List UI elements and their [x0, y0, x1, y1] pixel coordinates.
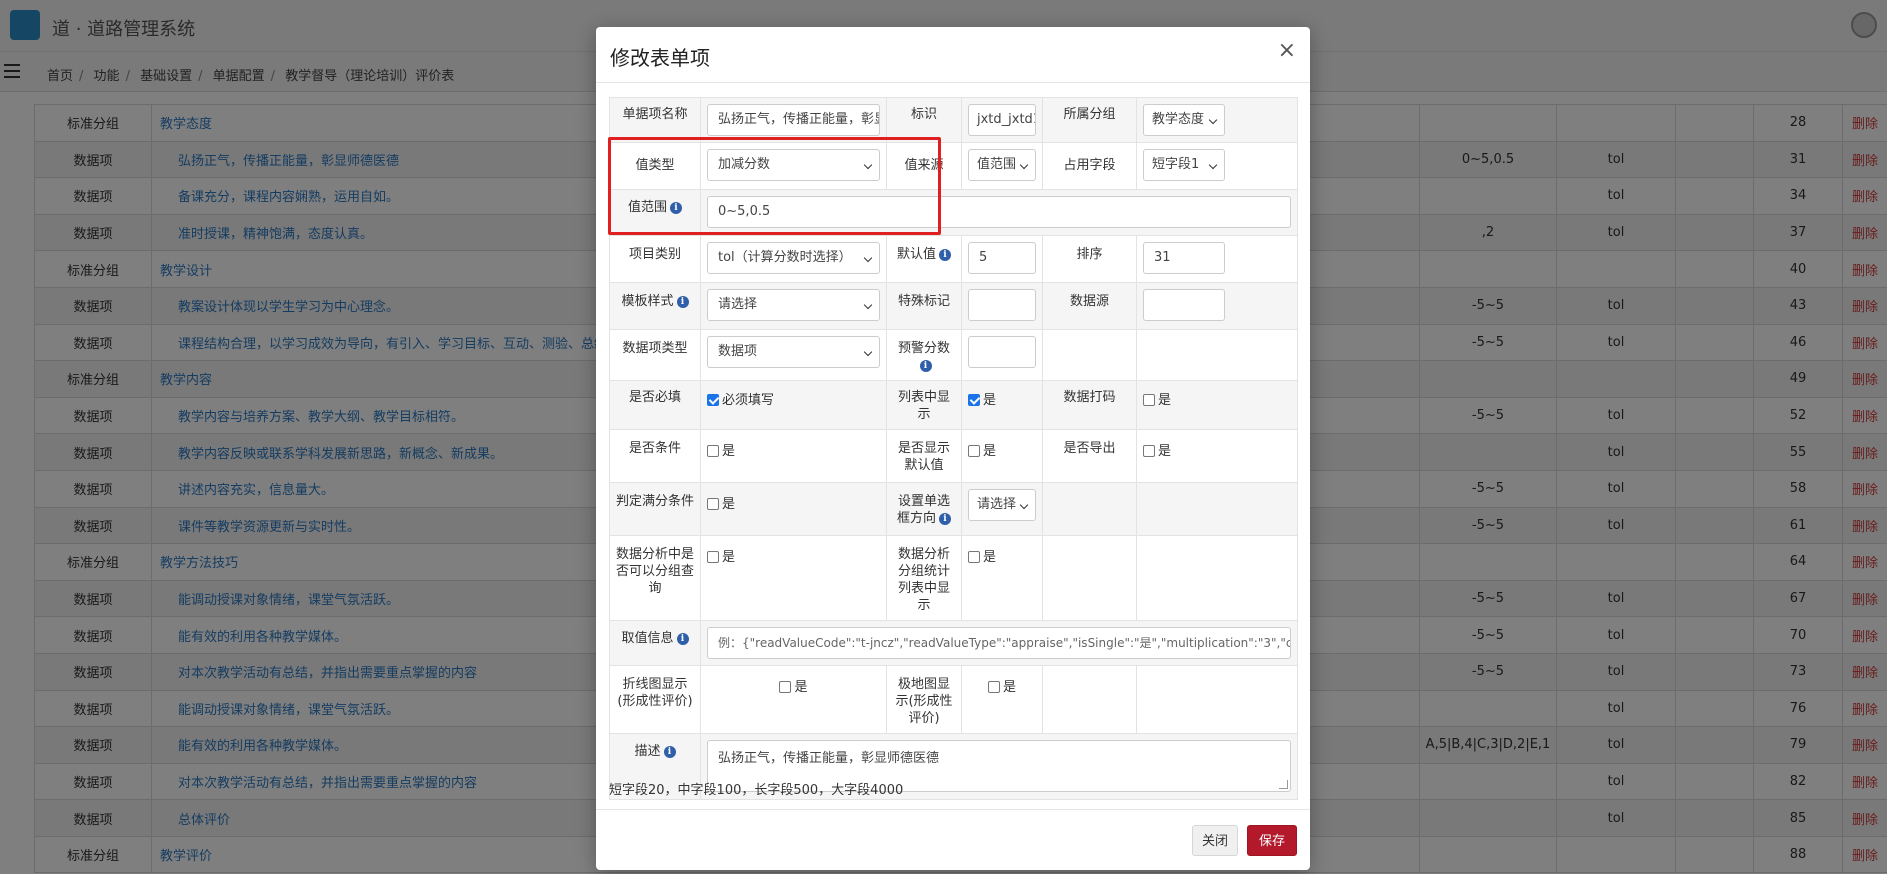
required-label: 是否必填 — [609, 380, 701, 430]
sort-label: 排序 — [1042, 235, 1137, 283]
template-style-label: 模板样式 i — [609, 282, 701, 330]
group-stat-list-label: 数据分析分组统计列表中显示 — [886, 535, 962, 621]
full-score-condition-label: 判定满分条件 — [609, 482, 701, 536]
check-icon — [968, 394, 980, 406]
item-name-input[interactable]: 弘扬正气，传播正能量，彰显师德医德 — [707, 104, 880, 136]
field-select[interactable]: 短字段1 — [1143, 149, 1225, 181]
group-select[interactable]: 教学态度 — [1143, 104, 1225, 136]
warning-score-input[interactable] — [968, 336, 1036, 368]
warning-score-label: 预警分数i — [886, 329, 962, 381]
data-source-label: 数据源 — [1042, 282, 1137, 330]
info-icon[interactable]: i — [670, 202, 682, 214]
value-source-select[interactable]: 值范围 — [968, 149, 1036, 181]
modal-footer: 关闭 保存 — [596, 809, 1310, 870]
special-mark-input[interactable] — [968, 289, 1036, 321]
close-button[interactable]: 关闭 — [1192, 825, 1238, 856]
template-style-select[interactable]: 请选择 — [707, 289, 880, 321]
group-label: 所属分组 — [1042, 97, 1137, 143]
group-query-checkbox[interactable]: 是 — [707, 542, 880, 565]
identifier-label: 标识 — [886, 97, 962, 143]
default-value-input[interactable]: 5 — [968, 242, 1036, 274]
checkbox-icon — [987, 681, 1000, 693]
checkbox-icon — [968, 551, 980, 563]
value-info-input[interactable]: 例：{"readValueCode":"t-jncz","readValueTy… — [707, 627, 1291, 659]
check-icon — [707, 394, 719, 406]
modal-header: 修改表单项 × — [596, 27, 1310, 83]
radio-direction-label: 设置单选框方向 i — [886, 482, 962, 536]
full-score-condition-checkbox[interactable]: 是 — [707, 489, 880, 512]
edit-form-item-modal: 修改表单项 × 单据项名称 弘扬正气，传播正能量，彰显师德医德 标识 jxtd_… — [596, 27, 1310, 870]
radar-chart-label: 极地图显示(形成性评价) — [886, 665, 962, 734]
default-value-label: 默认值 i — [886, 235, 962, 283]
checkbox-icon — [1143, 445, 1155, 457]
edit-form: 单据项名称 弘扬正气，传播正能量，彰显师德医德 标识 jxtd_jxtd1 所属… — [609, 97, 1298, 800]
group-stat-list-checkbox[interactable]: 是 — [968, 542, 1036, 565]
line-chart-checkbox[interactable]: 是 — [707, 672, 880, 695]
info-icon[interactable]: i — [939, 513, 951, 525]
checkbox-icon — [968, 445, 980, 457]
is-condition-label: 是否条件 — [609, 429, 701, 483]
checkbox-icon — [1143, 394, 1155, 406]
is-export-label: 是否导出 — [1042, 429, 1137, 483]
checkbox-icon — [707, 551, 719, 563]
value-info-label: 取值信息 i — [609, 620, 701, 666]
close-icon[interactable]: × — [1278, 39, 1296, 63]
item-category-label: 项目类别 — [609, 235, 701, 283]
radio-direction-select[interactable]: 请选择 — [968, 489, 1036, 521]
value-type-label: 值类型 — [609, 142, 701, 190]
checkbox-icon — [779, 681, 792, 693]
item-category-select[interactable]: tol（计算分数时选择） — [707, 242, 880, 274]
is-condition-checkbox[interactable]: 是 — [707, 436, 880, 459]
modal-title: 修改表单项 — [610, 46, 710, 70]
value-type-select[interactable]: 加减分数 — [707, 149, 880, 181]
line-chart-label: 折线图显示(形成性评价) — [609, 665, 701, 734]
save-button[interactable]: 保存 — [1247, 825, 1297, 856]
sort-input[interactable]: 31 — [1143, 242, 1225, 274]
data-item-type-select[interactable]: 数据项 — [707, 336, 880, 368]
info-icon[interactable]: i — [939, 249, 951, 261]
show-default-label: 是否显示默认值 — [886, 429, 962, 483]
checkbox-icon — [707, 445, 719, 457]
data-print-label: 数据打码 — [1042, 380, 1137, 430]
info-icon[interactable]: i — [663, 746, 676, 758]
value-range-label: 值范围 i — [609, 189, 701, 236]
value-source-label: 值来源 — [886, 142, 962, 190]
radar-chart-checkbox[interactable]: 是 — [968, 672, 1036, 695]
special-mark-label: 特殊标记 — [886, 282, 962, 330]
identifier-input[interactable]: jxtd_jxtd1 — [968, 104, 1036, 136]
data-print-checkbox[interactable]: 是 — [1143, 387, 1291, 408]
field-length-note: 短字段20，中字段100，长字段500，大字段4000 — [609, 783, 904, 798]
info-icon[interactable]: i — [676, 296, 689, 308]
info-icon[interactable]: i — [676, 633, 689, 645]
is-export-checkbox[interactable]: 是 — [1143, 436, 1291, 459]
data-item-type-label: 数据项类型 — [609, 329, 701, 381]
group-query-label: 数据分析中是否可以分组查询 — [609, 535, 701, 621]
data-source-input[interactable] — [1143, 289, 1225, 321]
info-icon[interactable]: i — [919, 360, 932, 372]
checkbox-icon — [707, 498, 719, 510]
item-name-label: 单据项名称 — [609, 97, 701, 143]
required-checkbox[interactable]: 必须填写 — [707, 387, 880, 408]
show-in-list-label: 列表中显示 — [886, 380, 962, 430]
value-range-input[interactable]: 0~5,0.5 — [707, 196, 1291, 228]
show-default-checkbox[interactable]: 是 — [968, 436, 1036, 459]
field-label: 占用字段 — [1042, 142, 1137, 190]
show-in-list-checkbox[interactable]: 是 — [968, 387, 1036, 408]
